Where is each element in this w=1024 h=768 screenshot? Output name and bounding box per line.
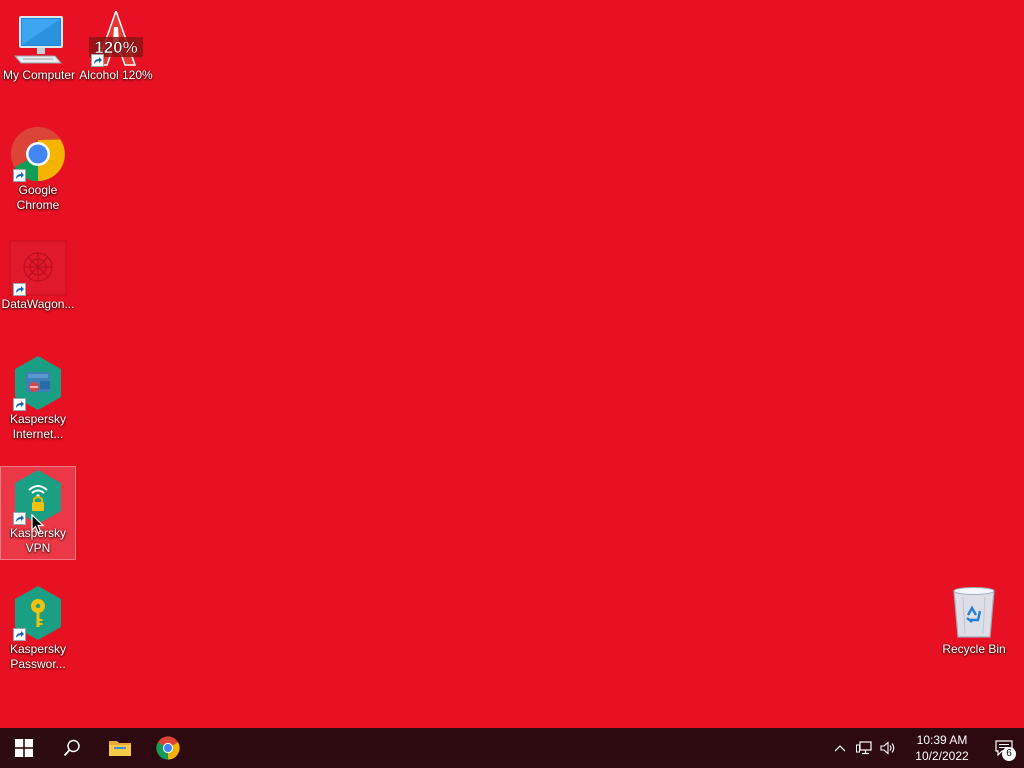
desktop-icon-label: Kaspersky Passwor... — [9, 642, 67, 671]
search-icon — [63, 739, 80, 757]
shortcut-arrow-icon — [91, 54, 104, 67]
desktop-icon-label: My Computer — [2, 68, 76, 82]
windows-logo-icon — [15, 739, 33, 757]
kaspersky-password-manager-icon — [9, 585, 67, 641]
desktop-icon-my-computer[interactable]: My Computer — [1, 8, 77, 84]
network-icon — [856, 741, 872, 755]
desktop-icon-label: Kaspersky Internet... — [9, 412, 67, 441]
kaspersky-internet-security-icon — [9, 355, 67, 411]
desktop-icon-alcohol-120[interactable]: 120% Alcohol 120% — [78, 8, 154, 84]
chrome-taskbar-button[interactable] — [144, 728, 192, 768]
shortcut-arrow-icon — [13, 398, 26, 411]
shortcut-arrow-icon — [13, 628, 26, 641]
desktop-icon-kaspersky-internet-security[interactable]: Kaspersky Internet... — [0, 352, 76, 443]
desktop-icon-datawagon[interactable]: DataWagon... — [0, 237, 76, 313]
kaspersky-vpn-icon — [9, 469, 67, 525]
shortcut-arrow-icon — [13, 169, 26, 182]
notification-count-badge: 6 — [1002, 747, 1016, 761]
clock-date: 10/2/2022 — [915, 749, 969, 763]
shortcut-arrow-icon — [13, 283, 26, 296]
start-button[interactable] — [0, 728, 48, 768]
volume-icon — [880, 741, 895, 755]
desktop-icon-recycle-bin[interactable]: Recycle Bin — [936, 582, 1012, 658]
chrome-icon — [9, 126, 67, 182]
search-button[interactable] — [48, 728, 96, 768]
desktop-icon-kaspersky-password-manager[interactable]: Kaspersky Passwor... — [0, 582, 76, 673]
clock-time: 10:39 AM — [916, 733, 968, 747]
chevron-up-icon — [834, 745, 846, 752]
desktop-icon-google-chrome[interactable]: Google Chrome — [0, 123, 76, 214]
file-explorer-button[interactable] — [96, 728, 144, 768]
taskbar: 10:39 AM 10/2/2022 6 — [0, 728, 1024, 768]
computer-icon — [10, 11, 68, 67]
desktop-icon-label: Kaspersky VPN — [9, 526, 67, 555]
alcohol-120-icon: 120% — [87, 11, 145, 67]
action-center-button[interactable]: 6 — [984, 728, 1024, 768]
desktop-icon-kaspersky-vpn[interactable]: Kaspersky VPN — [0, 466, 76, 560]
shortcut-arrow-icon — [13, 512, 26, 525]
datawagon-icon — [9, 240, 67, 296]
clock[interactable]: 10:39 AM 10/2/2022 — [900, 732, 984, 764]
show-hidden-icons-button[interactable] — [828, 728, 852, 768]
volume-button[interactable] — [876, 728, 900, 768]
desktop-icon-label: DataWagon... — [1, 297, 75, 311]
desktop-icon-label: Alcohol 120% — [79, 68, 153, 82]
desktop-icon-label: Google Chrome — [16, 183, 60, 212]
network-button[interactable] — [852, 728, 876, 768]
recycle-bin-icon — [945, 585, 1003, 641]
desktop[interactable]: My Computer 120% Alcohol 120% Google Chr… — [0, 0, 1024, 728]
system-tray: 10:39 AM 10/2/2022 6 — [828, 728, 1024, 768]
desktop-icon-label: Recycle Bin — [942, 642, 1006, 656]
chrome-icon — [156, 736, 180, 760]
folder-icon — [109, 741, 131, 756]
